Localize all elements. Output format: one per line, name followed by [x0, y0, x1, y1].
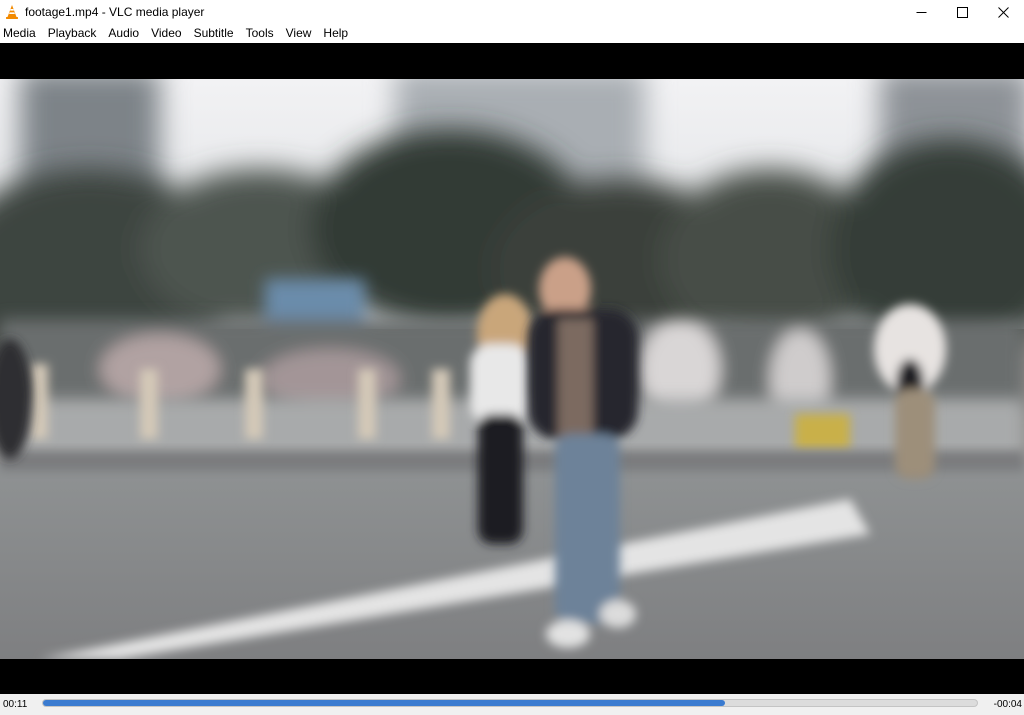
menu-audio[interactable]: Audio [102, 24, 145, 43]
window-title: footage1.mp4 - VLC media player [25, 5, 205, 19]
title-bar[interactable]: footage1.mp4 - VLC media player [0, 0, 1024, 24]
close-icon [998, 6, 1009, 18]
video-scene [0, 79, 1024, 659]
window-controls [901, 0, 1024, 24]
vlc-cone-icon [6, 5, 18, 19]
video-surface[interactable] [0, 43, 1024, 694]
menu-tools[interactable]: Tools [240, 24, 280, 43]
seek-progress [43, 700, 725, 706]
maximize-icon [957, 6, 968, 18]
elapsed-time[interactable]: 00:11 [3, 694, 27, 715]
maximize-button[interactable] [942, 0, 983, 24]
video-frame [0, 79, 1024, 659]
seek-bar[interactable] [42, 699, 978, 707]
close-button[interactable] [983, 0, 1024, 24]
menu-subtitle[interactable]: Subtitle [188, 24, 240, 43]
playback-controls: 00:11 -00:04 [0, 694, 1024, 715]
menu-playback[interactable]: Playback [42, 24, 103, 43]
menu-help[interactable]: Help [317, 24, 354, 43]
remaining-time[interactable]: -00:04 [994, 694, 1022, 715]
menu-media[interactable]: Media [0, 24, 42, 43]
menu-video[interactable]: Video [145, 24, 187, 43]
menu-bar: Media Playback Audio Video Subtitle Tool… [0, 24, 1024, 43]
minimize-icon [916, 11, 927, 13]
minimize-button[interactable] [901, 0, 942, 24]
menu-view[interactable]: View [280, 24, 318, 43]
